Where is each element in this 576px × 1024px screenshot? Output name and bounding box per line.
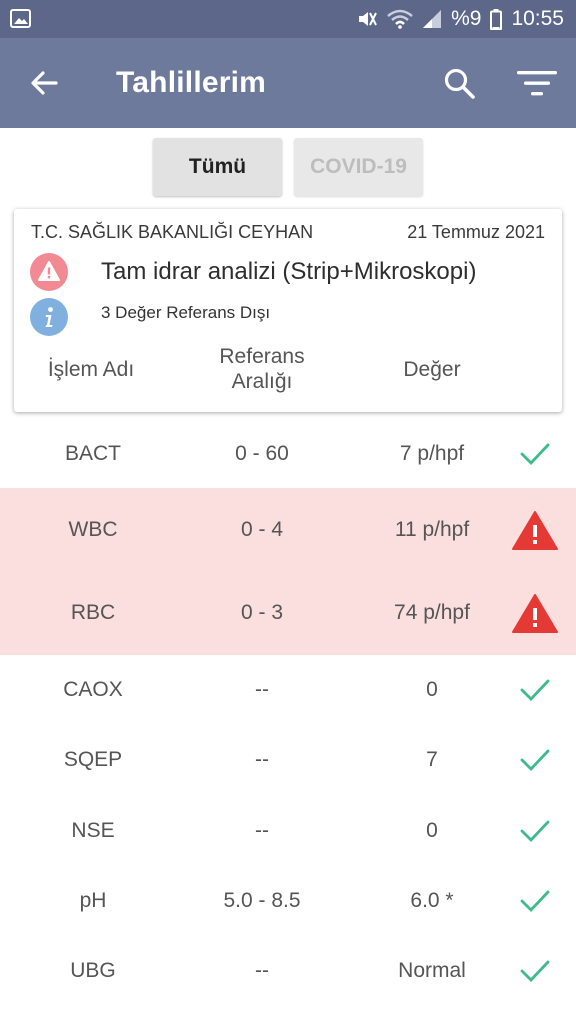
result-value: 0: [426, 678, 438, 701]
result-row: WBC 0 - 4 11 p/hpf: [0, 488, 576, 571]
status-cell: [506, 866, 564, 936]
column-header-reference-line1: Referans: [219, 345, 305, 368]
battery-icon: [490, 8, 503, 30]
result-name: RBC: [70, 601, 116, 624]
result-value: Normal: [398, 959, 466, 982]
tab-covid-19[interactable]: COVID-19: [294, 138, 423, 196]
result-value: 74 p/hpf: [394, 601, 470, 624]
check-icon: [520, 960, 550, 983]
alert-triangle-icon: [512, 594, 558, 633]
battery-percent: %9: [451, 7, 482, 30]
institution-name: T.C. SAĞLIK BAKANLIĞI CEYHAN: [31, 222, 314, 242]
result-name: NSE: [71, 818, 115, 842]
result-name: BACT: [64, 442, 121, 465]
column-header-value: Değer: [403, 358, 461, 381]
gallery-icon: [10, 9, 31, 28]
filter-icon[interactable]: [516, 68, 558, 98]
status-cell: [506, 571, 564, 655]
result-value: 6.0 *: [410, 889, 454, 912]
result-row: UBG -- Normal: [0, 936, 576, 1006]
result-row: NSE -- 0: [0, 795, 576, 866]
warning-icon: [38, 261, 60, 281]
out-of-range-summary: 3 Değer Referans Dışı: [101, 303, 271, 322]
result-name: WBC: [68, 517, 118, 541]
result-reference: --: [255, 748, 269, 771]
result-name: SQEP: [63, 748, 123, 771]
status-cell: [506, 936, 564, 1006]
result-reference: 0 - 60: [235, 442, 289, 465]
result-reference: 0 - 4: [240, 517, 284, 541]
result-row: pH 5.0 - 8.5 6.0 *: [0, 866, 576, 936]
check-icon: [520, 820, 550, 842]
wifi-icon: [387, 9, 413, 29]
result-name: pH: [79, 889, 107, 912]
result-row: CAOX -- 0: [0, 655, 576, 725]
result-reference: --: [255, 959, 269, 982]
column-header-name: İşlem Adı: [47, 358, 135, 381]
result-value: 7: [426, 748, 438, 771]
test-date: 21 Temmuz 2021: [407, 222, 545, 242]
search-icon[interactable]: [441, 65, 477, 101]
test-name: Tam idrar analizi (Strip+Mikroskopi): [101, 258, 477, 285]
signal-icon: [423, 10, 442, 28]
alert-triangle-icon: [512, 510, 558, 550]
result-row: SQEP -- 7: [0, 725, 576, 795]
page-title: Tahlillerim: [116, 66, 267, 99]
check-icon: [520, 679, 550, 702]
result-reference: --: [255, 678, 269, 701]
result-value: 0: [426, 818, 438, 842]
result-reference: 5.0 - 8.5: [223, 889, 301, 912]
info-badge: [30, 298, 68, 336]
column-header-reference-line2: Aralığı: [231, 370, 293, 393]
warning-badge: [30, 253, 68, 291]
app-bar: Tahlillerim: [0, 38, 576, 128]
status-bar: %9 10:55: [0, 0, 576, 38]
result-reference: --: [255, 818, 269, 842]
status-cell: [506, 655, 564, 725]
tab-all[interactable]: Tümü: [153, 138, 282, 196]
status-cell: [506, 420, 564, 488]
result-value: 7 p/hpf: [399, 442, 465, 465]
result-name: CAOX: [63, 678, 123, 701]
result-row: RBC 0 - 3 74 p/hpf: [0, 571, 576, 655]
result-reference: 0 - 3: [240, 601, 284, 624]
mute-icon: [359, 12, 377, 26]
result-row: BACT 0 - 60 7 p/hpf: [0, 420, 576, 488]
check-icon: [520, 749, 550, 772]
status-cell: [506, 725, 564, 795]
column-header-reference: Referans Aralığı: [202, 344, 322, 394]
info-icon: [45, 307, 53, 327]
test-summary-card[interactable]: T.C. SAĞLIK BAKANLIĞI CEYHAN 21 Temmuz 2…: [14, 209, 562, 412]
result-name: UBG: [70, 959, 116, 982]
status-cell: [506, 795, 564, 866]
back-arrow-icon[interactable]: [26, 65, 62, 101]
category-tabs: Tümü COVID-19: [0, 138, 576, 196]
result-value: 11 p/hpf: [394, 517, 470, 541]
clock: 10:55: [511, 7, 564, 30]
check-icon: [520, 890, 550, 913]
check-icon: [520, 443, 550, 466]
status-cell: [506, 488, 564, 571]
